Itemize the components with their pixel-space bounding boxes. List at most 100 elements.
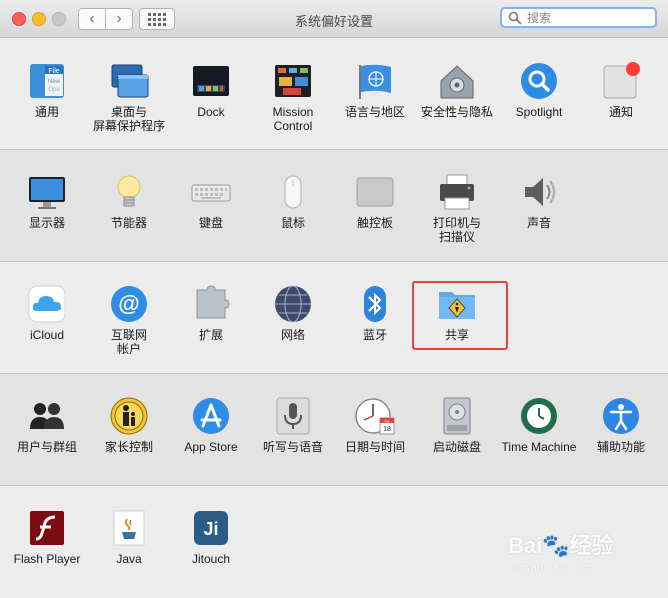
pane-mouse[interactable]: 鼠标 [252, 172, 334, 230]
pane-label: 显示器 [28, 216, 65, 230]
pane-label: 键盘 [198, 216, 223, 230]
general-icon: File New Ope [27, 61, 67, 101]
pane-label: 语言与地区 [344, 105, 405, 119]
pane-internet-accounts[interactable]: @ 互联网 帐户 [88, 284, 170, 356]
title-bar: ‹ › 系统偏好设置 [0, 0, 668, 38]
pane-general[interactable]: File New Ope 通用 [6, 61, 88, 119]
pane-security-privacy[interactable]: 安全性与隐私 [416, 61, 498, 119]
pane-dictation-speech[interactable]: 听写与语音 [252, 396, 334, 454]
pane-keyboard[interactable]: 键盘 [170, 172, 252, 230]
bluetooth-icon [355, 284, 395, 324]
pane-label: App Store [184, 440, 238, 454]
energy-saver-icon [109, 172, 149, 212]
pane-jitouch[interactable]: Ji Jitouch [170, 508, 252, 566]
paw-icon: 🐾 [542, 533, 570, 558]
pane-displays[interactable]: 显示器 [6, 172, 88, 230]
watermark-brand: Bai [508, 533, 543, 558]
mouse-icon [273, 172, 313, 212]
svg-text:JUL: JUL [383, 418, 391, 423]
notifications-icon [601, 61, 641, 101]
pane-notifications[interactable]: 通知 [580, 61, 662, 119]
pane-time-machine[interactable]: Time Machine [498, 396, 580, 454]
svg-text:Ji: Ji [203, 519, 218, 539]
pane-desktop-screensaver[interactable]: 桌面与 屏幕保护程序 [88, 61, 170, 133]
pane-label: 鼠标 [280, 216, 305, 230]
pane-label: 桌面与 屏幕保护程序 [92, 105, 165, 133]
pane-label: Spotlight [515, 105, 563, 119]
pane-label: 听写与语音 [262, 440, 323, 454]
sharing-highlight-box [412, 281, 508, 350]
pane-printers-scanners[interactable]: 打印机与 扫描仪 [416, 172, 498, 244]
pane-label: Jitouch [191, 552, 231, 566]
pane-trackpad[interactable]: 触控板 [334, 172, 416, 230]
search-icon [508, 11, 522, 24]
baidu-watermark: Bai🐾经验 jingyan.baidu.com [508, 528, 658, 588]
dock-icon [191, 61, 231, 101]
pane-label: 启动磁盘 [432, 440, 481, 454]
svg-text:Ope: Ope [48, 87, 60, 93]
keyboard-icon [191, 172, 231, 212]
icloud-icon [27, 284, 67, 324]
pane-dock[interactable]: Dock [170, 61, 252, 119]
pane-date-time[interactable]: JUL 18 日期与时间 [334, 396, 416, 454]
watermark-url: jingyan.baidu.com [508, 562, 598, 572]
spotlight-icon [519, 61, 559, 101]
pane-label: 通用 [34, 105, 59, 119]
pane-energy-saver[interactable]: 节能器 [88, 172, 170, 230]
pane-label: 网络 [280, 328, 305, 342]
parental-controls-icon [109, 396, 149, 436]
pane-label: 用户与群组 [16, 440, 77, 454]
pane-label: 通知 [608, 105, 633, 119]
desktop-screensaver-icon [109, 61, 149, 101]
pane-bluetooth[interactable]: 蓝牙 [334, 284, 416, 342]
pane-flash-player[interactable]: Flash Player [6, 508, 88, 566]
svg-text:File: File [48, 68, 59, 75]
dictation-speech-icon [273, 396, 313, 436]
pane-label: 日期与时间 [344, 440, 405, 454]
mission-control-icon [273, 61, 313, 101]
search-input[interactable] [525, 9, 649, 26]
pane-label: 家长控制 [104, 440, 153, 454]
pane-label: Flash Player [13, 552, 81, 566]
pane-mission-control[interactable]: Mission Control [252, 61, 334, 133]
pane-label: 声音 [526, 216, 551, 230]
svg-text:18: 18 [383, 426, 391, 433]
internet-accounts-icon: @ [109, 284, 149, 324]
pane-label: 扩展 [198, 328, 223, 342]
printers-scanners-icon [437, 172, 477, 212]
displays-icon [27, 172, 67, 212]
java-icon [109, 508, 149, 548]
search-field[interactable] [500, 7, 657, 28]
sound-icon [519, 172, 559, 212]
pane-language-region[interactable]: 语言与地区 [334, 61, 416, 119]
network-icon [273, 284, 313, 324]
pane-sound[interactable]: 声音 [498, 172, 580, 230]
pane-accessibility[interactable]: 辅助功能 [580, 396, 662, 454]
pane-icloud[interactable]: iCloud [6, 284, 88, 342]
pane-network[interactable]: 网络 [252, 284, 334, 342]
pane-label: Dock [197, 105, 225, 119]
pane-users-groups[interactable]: 用户与群组 [6, 396, 88, 454]
pane-startup-disk[interactable]: 启动磁盘 [416, 396, 498, 454]
date-time-icon: JUL 18 [355, 396, 395, 436]
extensions-icon [191, 284, 231, 324]
pane-java[interactable]: Java [88, 508, 170, 566]
pane-spotlight[interactable]: Spotlight [498, 61, 580, 119]
pane-label: 打印机与 扫描仪 [432, 216, 481, 244]
flash-player-icon [27, 508, 67, 548]
svg-text:@: @ [118, 291, 139, 316]
pane-label: Java [116, 552, 142, 566]
system-preferences-window: ‹ › 系统偏好设置 搜索 File New Ope 通用 桌面与 屏幕保护程序… [0, 0, 668, 598]
pane-label: 辅助功能 [596, 440, 645, 454]
pane-extensions[interactable]: 扩展 [170, 284, 252, 342]
pane-parental-controls[interactable]: 家长控制 [88, 396, 170, 454]
pane-label: Time Machine [501, 440, 577, 454]
pane-app-store[interactable]: App Store [170, 396, 252, 454]
watermark-brand2: 经验 [569, 533, 614, 558]
time-machine-icon [519, 396, 559, 436]
pane-label: iCloud [29, 328, 65, 342]
pane-label: 节能器 [110, 216, 147, 230]
language-region-icon [355, 61, 395, 101]
svg-text:New: New [48, 79, 61, 85]
pane-label: 触控板 [356, 216, 393, 230]
